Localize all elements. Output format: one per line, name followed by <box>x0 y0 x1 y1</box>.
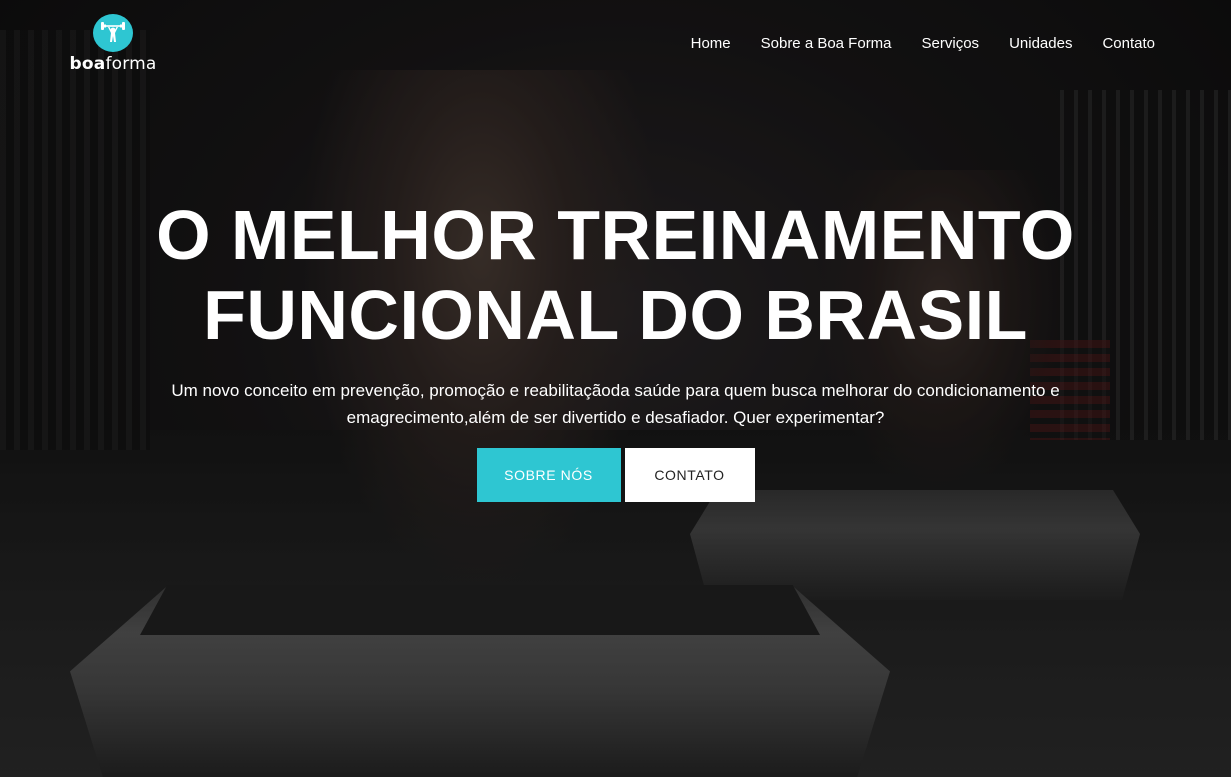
dumbbell-person-icon <box>93 14 133 52</box>
nav-item-unidades[interactable]: Unidades <box>1009 35 1072 52</box>
hero-title-line-1: O MELHOR TREINAMENTO <box>156 196 1075 274</box>
cta-buttons: SOBRE NÓS CONTATO <box>0 448 1231 502</box>
contato-button[interactable]: CONTATO <box>624 448 755 502</box>
nav-item-servicos[interactable]: Serviços <box>922 35 980 52</box>
hero-title-line-2: FUNCIONAL DO BRASIL <box>203 276 1028 354</box>
hero-subtitle: Um novo conceito em prevenção, promoção … <box>136 377 1096 431</box>
brand-name: boaforma <box>69 54 157 74</box>
nav-item-sobre[interactable]: Sobre a Boa Forma <box>761 35 892 52</box>
hero-content: O MELHOR TREINAMENTO FUNCIONAL DO BRASIL… <box>0 195 1231 502</box>
hero-subtitle-line-1: Um novo conceito em prevenção, promoção … <box>171 381 1060 400</box>
hero-section: boaforma Home Sobre a Boa Forma Serviços… <box>0 0 1231 777</box>
brand-logo[interactable]: boaforma <box>69 14 157 74</box>
hero-title: O MELHOR TREINAMENTO FUNCIONAL DO BRASIL <box>0 195 1231 355</box>
hero-subtitle-line-2: emagrecimento,além de ser divertido e de… <box>346 408 885 427</box>
main-nav: Home Sobre a Boa Forma Serviços Unidades… <box>691 35 1155 52</box>
sobre-nos-button[interactable]: SOBRE NÓS <box>476 448 621 502</box>
nav-item-home[interactable]: Home <box>691 35 731 52</box>
nav-item-contato[interactable]: Contato <box>1102 35 1155 52</box>
